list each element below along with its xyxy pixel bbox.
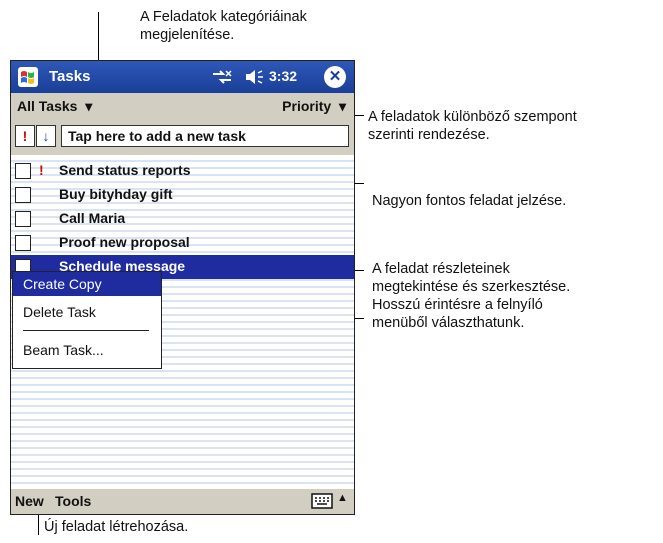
task-row[interactable]: ! Send status reports xyxy=(11,159,354,183)
task-row[interactable]: Call Maria xyxy=(11,207,354,231)
category-filter-dropdown[interactable]: All Tasks ▾ xyxy=(17,98,92,115)
navigation-bar: All Tasks ▾ Priority ▾ xyxy=(11,93,354,119)
new-task-input[interactable]: Tap here to add a new task xyxy=(61,125,349,147)
chevron-down-icon: ▾ xyxy=(335,98,346,114)
menu-divider xyxy=(23,330,149,331)
menu-item-beam-task[interactable]: Beam Task... xyxy=(13,338,161,362)
keyboard-icon[interactable] xyxy=(311,493,333,509)
high-priority-icon: ! xyxy=(39,162,44,178)
app-title: Tasks xyxy=(49,68,91,85)
callout-details: A feladat részleteinek megtekintése és s… xyxy=(372,261,571,331)
sort-order-button[interactable]: ↓ xyxy=(36,125,56,147)
task-checkbox[interactable] xyxy=(15,187,31,203)
task-row[interactable]: Buy bityhday gift xyxy=(11,183,354,207)
category-filter-label: All Tasks xyxy=(17,98,78,114)
sort-dropdown[interactable]: Priority ▾ xyxy=(282,98,346,115)
menu-item-delete-task[interactable]: Delete Task xyxy=(13,300,161,324)
entry-bar: ! ↓ Tap here to add a new task xyxy=(11,119,354,155)
task-label: Send status reports xyxy=(59,162,191,178)
context-menu: Create Copy Delete Task Beam Task... xyxy=(12,271,162,369)
connectivity-icon[interactable] xyxy=(211,69,233,85)
callout-priority: Nagyon fontos feladat jelzése. xyxy=(372,193,567,209)
input-panel-arrow-icon[interactable]: ▲ xyxy=(337,492,348,504)
command-bar: New Tools ▲ xyxy=(11,489,354,514)
callout-sort: A feladatok különböző szempont szerinti … xyxy=(368,109,577,143)
close-button[interactable]: ✕ xyxy=(324,66,346,88)
pocketpc-screen: Tasks 3:32 ✕ All Tasks ▾ Priority ▾ ! ↓ … xyxy=(10,60,355,515)
windows-start-icon[interactable] xyxy=(17,66,39,88)
task-label: Buy bityhday gift xyxy=(59,186,173,202)
sort-label: Priority xyxy=(282,98,332,114)
task-checkbox[interactable] xyxy=(15,235,31,251)
clock[interactable]: 3:32 xyxy=(269,68,297,84)
new-button[interactable]: New xyxy=(15,493,44,509)
menu-item-create-copy[interactable]: Create Copy xyxy=(13,272,161,296)
chevron-down-icon: ▾ xyxy=(81,98,93,114)
tools-menu-button[interactable]: Tools xyxy=(55,493,91,509)
task-checkbox[interactable] xyxy=(15,163,31,179)
task-row[interactable]: Proof new proposal xyxy=(11,231,354,255)
task-label: Proof new proposal xyxy=(59,234,190,250)
priority-toggle-button[interactable]: ! xyxy=(15,125,35,147)
title-bar: Tasks 3:32 ✕ xyxy=(11,61,354,93)
speaker-icon[interactable] xyxy=(244,69,264,85)
task-checkbox[interactable] xyxy=(15,211,31,227)
task-label: Call Maria xyxy=(59,210,126,226)
callout-new: Új feladat létrehozása. xyxy=(44,519,189,535)
callout-category: A Feladatok kategóriáinak megjelenítése. xyxy=(140,9,307,43)
